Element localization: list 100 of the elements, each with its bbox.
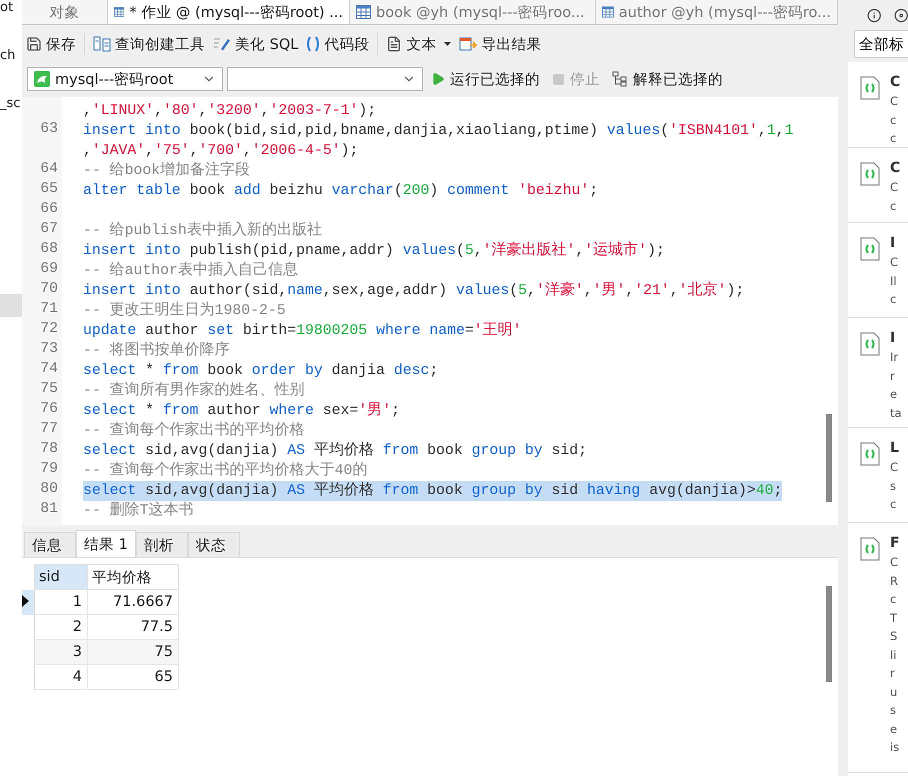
scrollbar-thumb[interactable] xyxy=(826,414,832,502)
tree-item[interactable]: _sc xyxy=(0,96,22,112)
disc-icon[interactable] xyxy=(894,8,908,22)
line-number: 72 xyxy=(39,320,59,339)
code-file-icon xyxy=(860,162,880,186)
line-number: 78 xyxy=(39,440,59,459)
snippet-description: li xyxy=(890,646,898,664)
result-tab[interactable]: 信息 xyxy=(24,532,76,557)
snippet-description: T xyxy=(890,610,898,626)
query-builder-icon xyxy=(93,36,111,52)
snippet-description: c xyxy=(890,496,898,513)
code-line: select * from author where sex='男'; xyxy=(83,401,400,421)
toolbar-button[interactable]: 查询创建工具 xyxy=(93,34,205,54)
result-tab[interactable]: 状态 xyxy=(188,532,240,557)
caret-icon xyxy=(444,42,452,46)
toolbar-button[interactable]: 文本 xyxy=(386,34,452,54)
tree-item[interactable]: ot xyxy=(0,0,22,16)
line-number: 75 xyxy=(39,380,59,399)
toolbar-button[interactable]: 保存 xyxy=(26,34,76,54)
connection-select[interactable]: mysql---密码root xyxy=(27,67,223,91)
scrollbar-thumb[interactable] xyxy=(826,586,832,682)
code-line: insert into publish(pid,pname,addr) values(5,'洋豪出版社','运城市'); xyxy=(83,241,665,261)
result-tab[interactable]: 结果 1 xyxy=(76,530,136,557)
snippet-description: C xyxy=(890,179,900,196)
snippet-description: c xyxy=(890,291,898,308)
table-cell: 2 xyxy=(34,614,88,640)
snippet-card[interactable]: C C c xyxy=(848,148,908,223)
database-select[interactable] xyxy=(227,67,423,91)
snippet-description: C xyxy=(890,554,900,571)
snippet-title: L xyxy=(890,439,899,458)
tag-filter-select[interactable]: 全部标 xyxy=(854,30,908,58)
code-line: -- 查询每个作家出书的平均价格大于40的 xyxy=(83,461,368,481)
line-number: 71 xyxy=(39,300,59,319)
line-number: 81 xyxy=(39,500,59,519)
code-line: insert into author(sid,name,sex,age,addr) values(5,'洋豪','男','21','北京'); xyxy=(83,281,744,301)
column-header[interactable]: 平均价格 xyxy=(88,564,178,590)
table-icon xyxy=(114,5,124,19)
line-number: 79 xyxy=(39,460,59,479)
export-table-icon xyxy=(459,36,478,52)
toolbar-button[interactable]: 导出结果 xyxy=(459,34,542,54)
info-icon[interactable] xyxy=(867,8,882,22)
code-line: -- 给author表中插入自己信息 xyxy=(83,261,298,281)
line-number: 64 xyxy=(39,160,59,179)
tree-item-highlight xyxy=(0,294,22,317)
snippet-description: c xyxy=(890,130,898,147)
line-number: 65 xyxy=(39,180,59,199)
line-number: 73 xyxy=(39,340,59,359)
snippet-card[interactable]: F C R c T S li r u s e is xyxy=(848,523,908,773)
snippet-card[interactable]: I C Il c xyxy=(848,223,908,318)
snippet-description: C xyxy=(890,254,898,271)
tree-item[interactable]: ch xyxy=(0,48,22,64)
code-line: ,'LINUX','80','3200','2003-7-1'); xyxy=(83,102,376,121)
snippet-title: I xyxy=(890,234,896,253)
save-icon xyxy=(26,36,42,52)
line-number: 63 xyxy=(39,120,59,139)
line-number: 66 xyxy=(39,200,59,219)
snippet-description: u xyxy=(890,684,898,700)
snippet-description: C xyxy=(890,459,899,476)
code-line: insert into book(bid,sid,pid,bname,danjia,xiaoliang,ptime) values('ISBN4101',1,1 xyxy=(83,122,794,141)
code-line: -- 给publish表中插入新的出版社 xyxy=(83,221,322,241)
snippet-description: r xyxy=(890,368,896,384)
snippet-description: c xyxy=(890,112,898,128)
snippet-card[interactable]: C C c c xyxy=(848,62,908,148)
snippet-card[interactable]: L C s c xyxy=(848,428,908,523)
code-file-icon xyxy=(860,442,880,466)
code-line: alter table book add beizhu varchar(200) comment 'beizhu'; xyxy=(83,182,598,201)
editor-tab[interactable]: book @yh (mysql---密码roo... xyxy=(350,0,596,24)
editor-tab[interactable]: author @yh (mysql---密码ro... xyxy=(596,0,838,24)
code-file-icon xyxy=(860,537,880,561)
line-number: 76 xyxy=(39,400,59,419)
editor-tab[interactable]: * 作业 @ (mysql---密码root) ... xyxy=(108,0,350,24)
snippet-description: S xyxy=(890,628,898,645)
line-number: 77 xyxy=(39,420,59,439)
code-line: -- 查询所有男作家的姓名、性别 xyxy=(83,381,305,401)
table-cell: 65 xyxy=(88,664,178,690)
code-line: ,'JAVA','75','700','2006-4-5'); xyxy=(83,142,358,161)
snippet-title: F xyxy=(890,534,900,553)
document-icon xyxy=(386,36,402,52)
run-selected-button[interactable]: 运行已选择的 xyxy=(427,70,544,88)
play-icon xyxy=(431,72,445,86)
toolbar-button[interactable]: 代码段 xyxy=(306,34,370,54)
snippet-description: C xyxy=(890,93,900,110)
line-number: 68 xyxy=(39,240,59,259)
explain-selected-button[interactable]: 解释已选择的 xyxy=(608,70,727,88)
code-line: -- 删除T这本书 xyxy=(83,501,194,521)
snippet-card[interactable]: I Ir r e ta xyxy=(848,318,908,428)
table-cell: 77.5 xyxy=(88,614,178,640)
result-tab[interactable]: 剖析 xyxy=(136,532,188,557)
code-line: -- 更改王明生日为1980-2-5 xyxy=(83,301,286,321)
code-file-icon xyxy=(860,332,880,356)
table-cell: 4 xyxy=(34,664,88,690)
snippet-description: Ir xyxy=(890,349,900,366)
toolbar-button[interactable]: 美化 SQL xyxy=(213,34,298,54)
editor-tab[interactable]: 对象 xyxy=(22,0,108,24)
table-cell: 75 xyxy=(88,640,178,664)
column-header[interactable]: sid xyxy=(34,564,88,590)
stop-icon xyxy=(552,72,565,86)
code-line: -- 查询每个作家出书的平均价格 xyxy=(83,421,305,441)
snippet-description: e xyxy=(890,720,898,738)
pen-lines-icon xyxy=(213,36,231,52)
